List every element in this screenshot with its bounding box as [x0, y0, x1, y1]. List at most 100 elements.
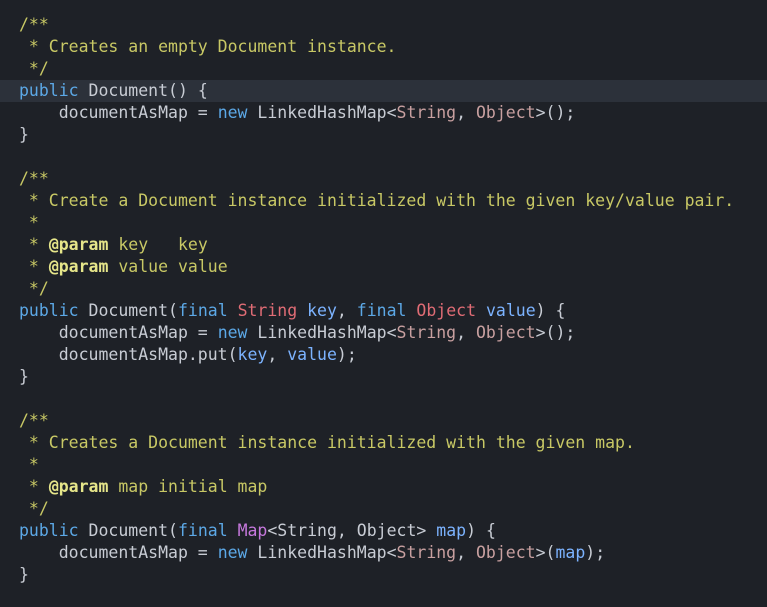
- identifier: map: [436, 521, 467, 540]
- keyword: new: [217, 543, 248, 562]
- code-text: ) {: [466, 521, 496, 540]
- javadoc-tag: @param: [48, 257, 109, 276]
- comment-text: key key: [108, 235, 208, 254]
- code-line[interactable]: */: [0, 278, 767, 300]
- code-line[interactable]: * Create a Document instance initialized…: [0, 190, 767, 212]
- comment-text: * Creates an empty Document instance.: [19, 37, 397, 56]
- code-line[interactable]: * @param value value: [0, 256, 767, 278]
- comment-text: /**: [19, 15, 49, 34]
- code-line[interactable]: documentAsMap.put(key, value);: [0, 344, 767, 366]
- comment-text: /**: [19, 411, 49, 430]
- code-line[interactable]: public Document(final Map<String, Object…: [0, 520, 767, 542]
- code-line[interactable]: documentAsMap = new LinkedHashMap<String…: [0, 102, 767, 124]
- identifier: key: [237, 345, 268, 364]
- code-text: ,: [456, 103, 476, 122]
- code-text: Document(: [78, 521, 178, 540]
- identifier: value: [287, 345, 337, 364]
- comment-text: *: [19, 257, 49, 276]
- code-line[interactable]: public Document(final String key, final …: [0, 300, 767, 322]
- comment-text: * Creates a Document instance initialize…: [19, 433, 635, 452]
- code-line[interactable]: */: [0, 58, 767, 80]
- comment-text: *: [19, 235, 49, 254]
- type-name: String: [237, 301, 298, 320]
- code-text: ,: [456, 543, 476, 562]
- code-line[interactable]: }: [0, 124, 767, 146]
- code-text: }: [19, 367, 29, 386]
- identifier: value: [485, 301, 536, 320]
- code-line[interactable]: * Creates an empty Document instance.: [0, 36, 767, 58]
- code-line[interactable]: documentAsMap = new LinkedHashMap<String…: [0, 542, 767, 564]
- code-line[interactable]: /**: [0, 14, 767, 36]
- code-text: LinkedHashMap<: [247, 543, 397, 562]
- code-text: ,: [336, 301, 357, 320]
- code-text: ) {: [535, 301, 566, 320]
- keyword: final: [177, 301, 228, 320]
- comment-text: *: [19, 477, 49, 496]
- keyword: final: [356, 301, 407, 320]
- code-line[interactable]: *: [0, 454, 767, 476]
- code-line[interactable]: *: [0, 212, 767, 234]
- comment-text: */: [19, 499, 49, 518]
- code-text: >();: [535, 323, 576, 342]
- javadoc-tag: @param: [48, 477, 109, 496]
- code-line[interactable]: [0, 146, 767, 168]
- generic-type: Object: [476, 103, 536, 122]
- code-line[interactable]: /**: [0, 410, 767, 432]
- code-text: );: [336, 345, 357, 364]
- keyword: public: [19, 81, 79, 100]
- code-text: documentAsMap =: [19, 323, 218, 342]
- keyword: final: [177, 521, 228, 540]
- code-text: ,: [267, 345, 288, 364]
- code-text: documentAsMap =: [19, 543, 218, 562]
- keyword: new: [217, 103, 248, 122]
- code-text: }: [19, 125, 29, 144]
- comment-text: * Create a Document instance initialized…: [19, 191, 735, 210]
- javadoc-tag: @param: [48, 235, 109, 254]
- code-line-current[interactable]: public Document() {: [0, 80, 767, 102]
- code-text: LinkedHashMap<: [247, 103, 397, 122]
- code-line[interactable]: * Creates a Document instance initialize…: [0, 432, 767, 454]
- generic-type: Object: [476, 323, 536, 342]
- comment-text: value value: [108, 257, 228, 276]
- code-text: ,: [456, 323, 476, 342]
- code-editor[interactable]: /** * Creates an empty Document instance…: [0, 0, 767, 607]
- code-text: documentAsMap =: [19, 103, 218, 122]
- code-line[interactable]: /**: [0, 168, 767, 190]
- code-text: <String, Object>: [267, 521, 437, 540]
- generic-type: String: [396, 103, 457, 122]
- code-text: LinkedHashMap<: [247, 323, 397, 342]
- identifier: key: [307, 301, 337, 320]
- comment-text: *: [19, 213, 39, 232]
- code-line[interactable]: [0, 388, 767, 410]
- code-text: documentAsMap.put(: [19, 345, 238, 364]
- code-text: Document() {: [78, 81, 208, 100]
- keyword: new: [217, 323, 248, 342]
- code-line[interactable]: * @param key key: [0, 234, 767, 256]
- comment-text: */: [19, 279, 49, 298]
- code-line[interactable]: documentAsMap = new LinkedHashMap<String…: [0, 322, 767, 344]
- identifier: map: [555, 543, 586, 562]
- generic-type: String: [396, 323, 457, 342]
- generic-type: Object: [476, 543, 536, 562]
- comment-text: /**: [19, 169, 49, 188]
- type-name: Map: [237, 521, 268, 540]
- comment-text: *: [19, 455, 39, 474]
- code-text: }: [19, 565, 29, 584]
- type-name: Object: [416, 301, 477, 320]
- generic-type: String: [396, 543, 457, 562]
- code-text: >(: [535, 543, 556, 562]
- code-text: >();: [535, 103, 576, 122]
- code-line[interactable]: * @param map initial map: [0, 476, 767, 498]
- code-line[interactable]: }: [0, 564, 767, 586]
- keyword: public: [19, 521, 79, 540]
- code-line[interactable]: */: [0, 498, 767, 520]
- comment-text: map initial map: [108, 477, 268, 496]
- code-line[interactable]: }: [0, 366, 767, 388]
- comment-text: */: [19, 59, 49, 78]
- code-text: Document(: [78, 301, 178, 320]
